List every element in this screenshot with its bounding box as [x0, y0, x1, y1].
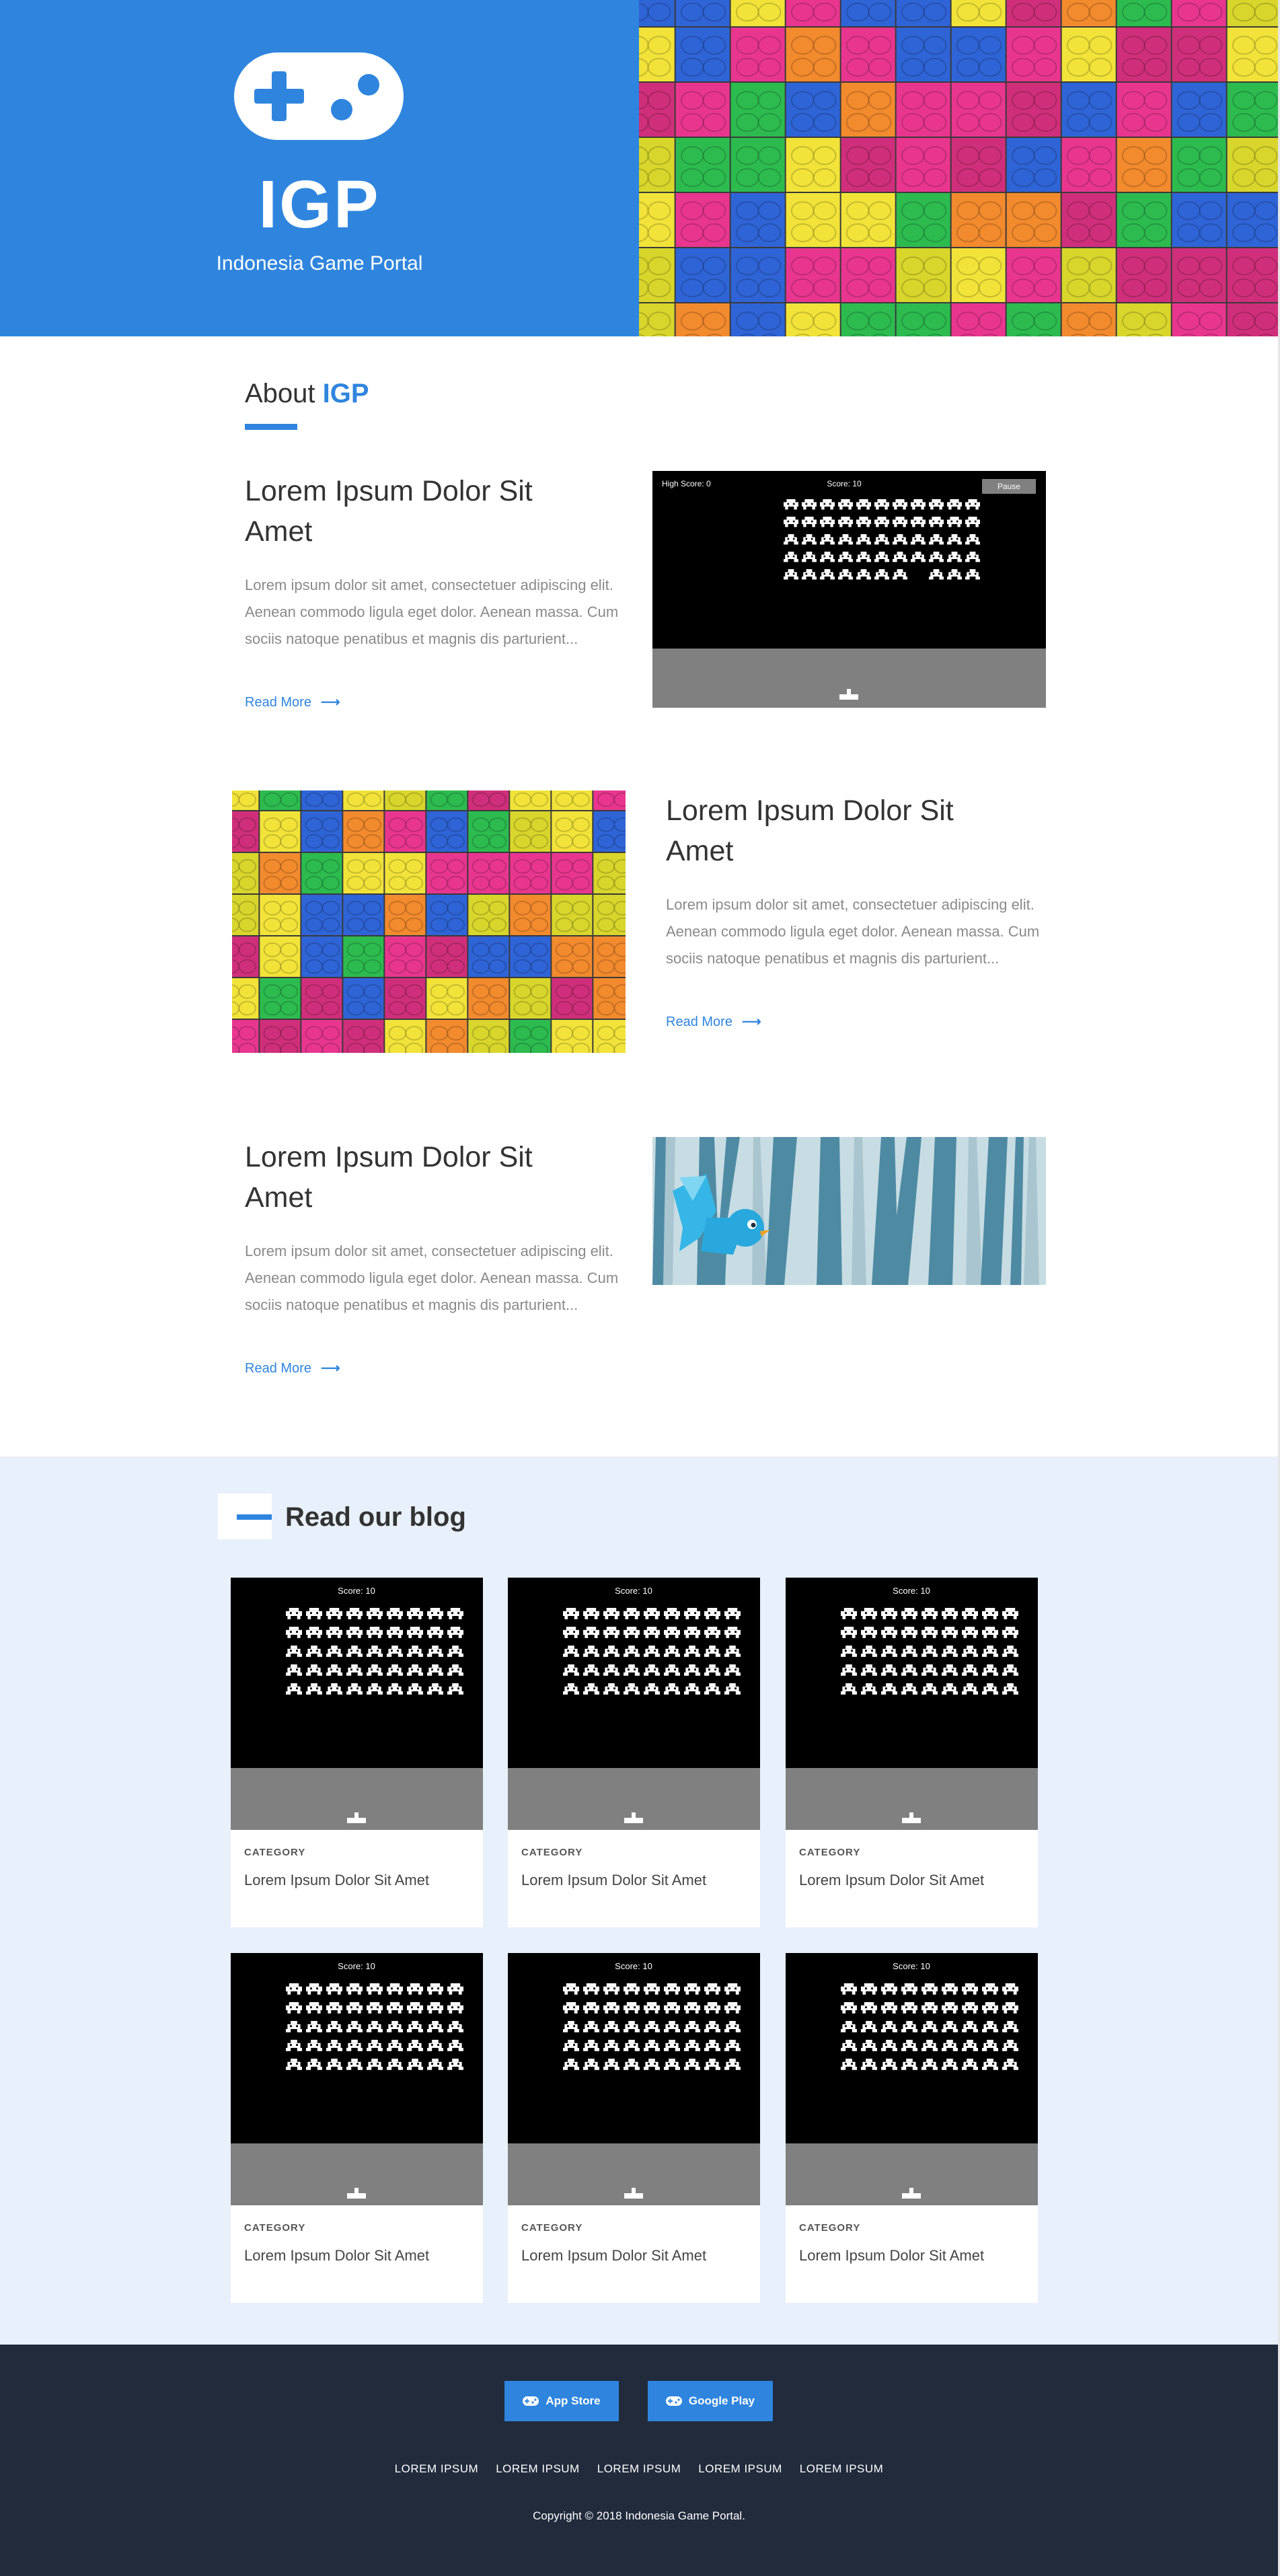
feature-1-read-more-link[interactable]: Read More ⟶: [245, 693, 340, 712]
score-text: Score: 10: [893, 1961, 930, 1971]
feature-1-game-screenshot: Score: 10 High Score: 0 Pause: [652, 471, 1046, 708]
blog-card[interactable]: Score: 10 CATEGORY Lorem Ipsum Dolor Sit…: [508, 1953, 760, 2303]
svg-text:Pause: Pause: [997, 482, 1020, 491]
space-invaders-game-image: Score: 10: [231, 1578, 483, 1830]
score-text: Score: 10: [827, 479, 862, 488]
blog-card-image: Score: 10: [508, 1953, 760, 2205]
score-text: Score: 10: [615, 1586, 652, 1596]
gamepad-icon: [234, 52, 404, 140]
arrow-right-icon: ⟶: [320, 1361, 340, 1376]
blog-card-title[interactable]: Lorem Ipsum Dolor Sit Amet: [521, 2247, 706, 2265]
gamepad-icon: [665, 2396, 682, 2406]
blog-card[interactable]: Score: 10 CATEGORY Lorem Ipsum Dolor Sit…: [508, 1578, 760, 1927]
footer-link[interactable]: LOREM IPSUM: [597, 2462, 681, 2476]
blog-card-image: Score: 10: [508, 1578, 760, 1830]
about-heading: About IGP: [245, 377, 369, 410]
score-text: Score: 10: [615, 1961, 652, 1971]
space-invaders-game-image: Score: 10: [508, 1953, 760, 2205]
feature-3-flappy-game-image: [652, 1137, 1046, 1285]
blog-card-category: CATEGORY: [244, 1847, 306, 1858]
space-invaders-game-image: Score: 10: [786, 1953, 1038, 2205]
brand-title: IGP: [258, 167, 381, 242]
blog-card-image: Score: 10: [231, 1578, 483, 1830]
blog-card-image: Score: 10: [786, 1953, 1038, 2205]
brand-subtitle: Indonesia Game Portal: [216, 252, 423, 274]
space-invaders-game-image: Score: 10: [231, 1953, 483, 2205]
feature-2-text: Lorem ipsum dolor sit amet, consectetuer…: [666, 896, 1040, 967]
space-invaders-game-image: Score: 10: [508, 1578, 760, 1830]
feature-3-title: Lorem Ipsum Dolor Sit Amet: [245, 1141, 533, 1214]
score-text: Score: 10: [338, 1961, 375, 1971]
blog-heading-bar: [237, 1514, 272, 1520]
read-more-label: Read More: [245, 695, 311, 710]
read-more-label: Read More: [245, 1361, 311, 1376]
read-more-label: Read More: [666, 1015, 732, 1029]
heading-underline: [245, 424, 297, 430]
footer-link[interactable]: LOREM IPSUM: [496, 2462, 580, 2476]
footer-link[interactable]: LOREM IPSUM: [800, 2462, 884, 2476]
feature-1-text: Lorem ipsum dolor sit amet, consectetuer…: [245, 577, 619, 647]
copyright: Copyright © 2018 Indonesia Game Portal.: [533, 2509, 745, 2522]
app-store-button[interactable]: App Store: [504, 2381, 619, 2421]
space-invaders-game-image: Score: 10 High Score: 0 Pause: [652, 471, 1046, 708]
feature-2-read-more-link[interactable]: Read More ⟶: [666, 1013, 761, 1031]
footer-link[interactable]: LOREM IPSUM: [698, 2462, 782, 2476]
about-heading-prefix: About: [245, 379, 323, 408]
hero-brand-panel: IGP Indonesia Game Portal: [0, 0, 639, 336]
space-invaders-game-image: Score: 10: [786, 1578, 1038, 1830]
blog-card-category: CATEGORY: [799, 1847, 861, 1858]
blog-card-title[interactable]: Lorem Ipsum Dolor Sit Amet: [799, 2247, 984, 2265]
blog-card[interactable]: Score: 10 CATEGORY Lorem Ipsum Dolor Sit…: [231, 1953, 483, 2303]
feature-2-bricks-image: [232, 790, 626, 1053]
footer: [0, 2345, 1278, 2576]
feature-3-text: Lorem ipsum dolor sit amet, consectetuer…: [245, 1243, 619, 1313]
about-heading-accent: IGP: [322, 379, 369, 408]
blog-card[interactable]: Score: 10 CATEGORY Lorem Ipsum Dolor Sit…: [231, 1578, 483, 1927]
blog-card-image: Score: 10: [786, 1578, 1038, 1830]
blog-card-category: CATEGORY: [521, 2222, 583, 2234]
score-text: Score: 10: [893, 1586, 930, 1596]
hero-image-bricks: [639, 0, 1278, 336]
blog-card-category: CATEGORY: [521, 1847, 583, 1858]
feature-3-read-more-link[interactable]: Read More ⟶: [245, 1359, 340, 1378]
google-play-label: Google Play: [688, 2394, 755, 2407]
blog-heading: Read our blog: [285, 1502, 466, 1532]
arrow-right-icon: ⟶: [320, 695, 340, 710]
toy-bricks-image: [232, 790, 626, 1053]
google-play-button[interactable]: Google Play: [648, 2381, 773, 2421]
app-store-label: App Store: [545, 2394, 601, 2407]
blog-card-title[interactable]: Lorem Ipsum Dolor Sit Amet: [244, 2247, 429, 2265]
blog-card-category: CATEGORY: [799, 2222, 861, 2234]
feature-1-title: Lorem Ipsum Dolor Sit Amet: [245, 475, 533, 548]
toy-bricks-image: [639, 0, 1278, 336]
blog-card[interactable]: Score: 10 CATEGORY Lorem Ipsum Dolor Sit…: [786, 1578, 1038, 1927]
gamepad-icon: [523, 2396, 539, 2406]
feature-2-title: Lorem Ipsum Dolor Sit Amet: [666, 795, 954, 867]
high-score-text: High Score: 0: [662, 479, 711, 488]
blog-card-category: CATEGORY: [244, 2222, 306, 2234]
arrow-right-icon: ⟶: [741, 1015, 761, 1029]
hero-section: IGP Indonesia Game Portal: [0, 0, 1278, 336]
blog-card-title[interactable]: Lorem Ipsum Dolor Sit Amet: [521, 1872, 706, 1889]
footer-link[interactable]: LOREM IPSUM: [395, 2462, 479, 2476]
score-text: Score: 10: [338, 1586, 375, 1596]
blog-card[interactable]: Score: 10 CATEGORY Lorem Ipsum Dolor Sit…: [786, 1953, 1038, 2303]
forest-bird-illustration: [652, 1137, 1046, 1285]
blog-card-title[interactable]: Lorem Ipsum Dolor Sit Amet: [799, 1872, 984, 1889]
footer-nav: LOREM IPSUM LOREM IPSUM LOREM IPSUM LORE…: [0, 2462, 1278, 2476]
blog-card-image: Score: 10: [231, 1953, 483, 2205]
blog-card-title[interactable]: Lorem Ipsum Dolor Sit Amet: [244, 1872, 429, 1889]
